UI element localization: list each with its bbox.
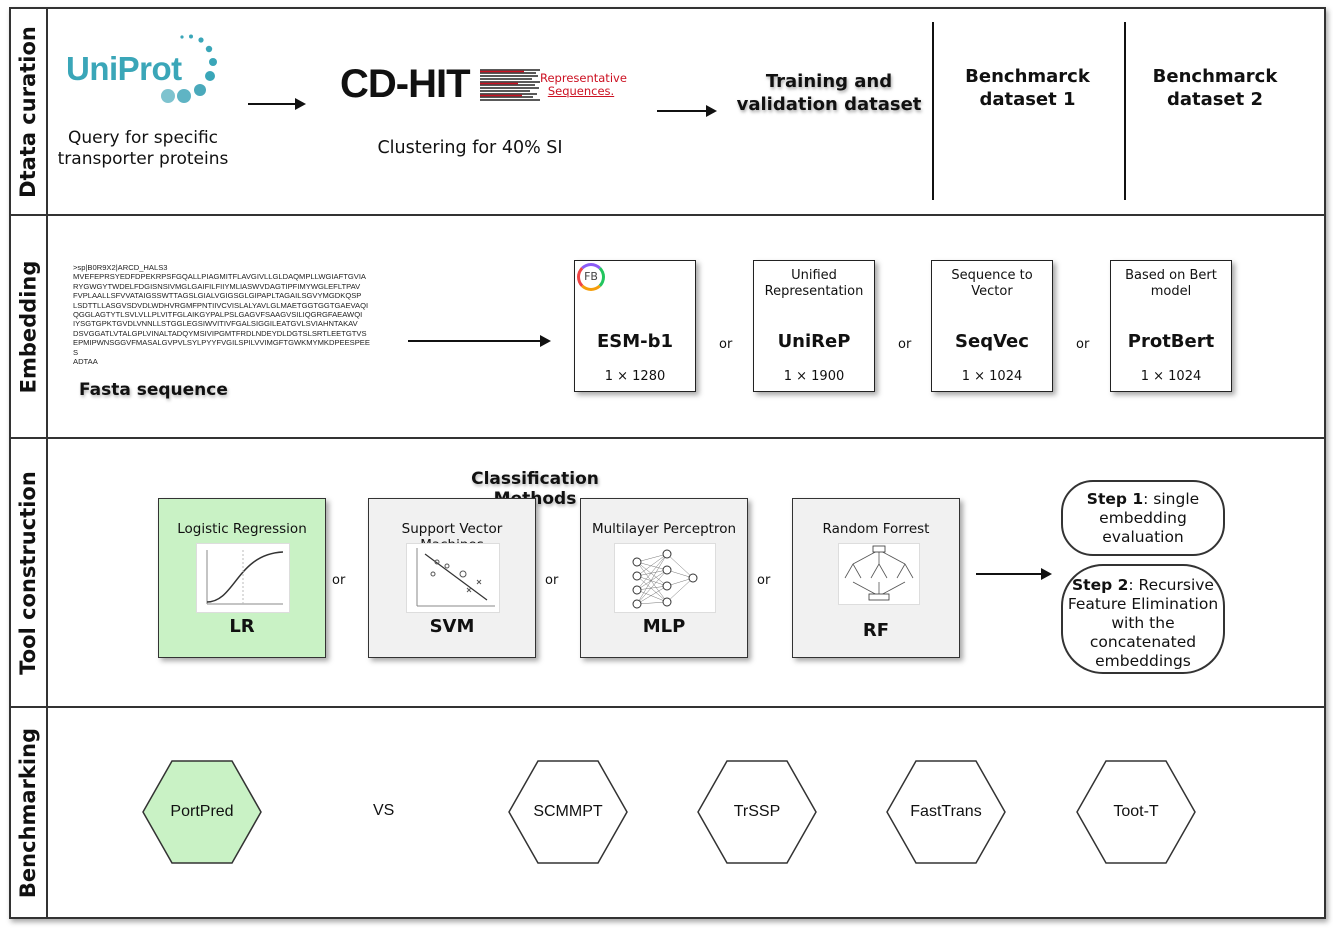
model-dim: 1 × 1900 [783, 369, 845, 384]
model-name: SeqVec [955, 331, 1029, 352]
versus-label: VS [373, 802, 395, 819]
svm-plot-icon [406, 543, 500, 613]
tool-name: FastTrans [910, 803, 982, 820]
method-abbr: SVM [429, 616, 475, 637]
or-label: or [332, 573, 346, 588]
method-abbr: LR [229, 616, 255, 637]
method-box-rf: Random Forrest RF [792, 498, 960, 658]
tool-name: PortPred [170, 803, 234, 820]
model-desc: Unified Representation [764, 268, 864, 299]
arrow-cdhit-to-training [657, 105, 717, 117]
model-dim: 1 × 1024 [1140, 369, 1202, 384]
arrow-methods-to-steps [976, 568, 1052, 580]
arrow-fasta-to-models [408, 335, 551, 347]
row-divider-3 [9, 706, 1326, 708]
model-desc: Sequence to Vector [951, 268, 1033, 299]
tool-hexagon-scmmpt: SCMMPT [508, 760, 628, 864]
model-name: ESM-b1 [596, 331, 674, 352]
method-box-lr: Logistic Regression LR [158, 498, 326, 658]
model-name: ProtBert [1127, 331, 1215, 352]
model-box-seqvec: Sequence to Vector SeqVec 1 × 1024 [931, 260, 1053, 392]
row-label-embedding: Embedding [16, 260, 40, 393]
cdhit-lines-icon [480, 69, 540, 101]
tool-hexagon-trssp: TrSSP [697, 760, 817, 864]
cdhit-caption: Clustering for 40% SI [377, 138, 563, 158]
tool-name: SCMMPT [533, 803, 603, 820]
method-name: Random Forrest [822, 521, 930, 537]
uniprot-caption: Query for specific transporter proteins [57, 128, 229, 169]
tool-hexagon-fasttrans: FastTrans [886, 760, 1006, 864]
training-dataset-label: Training and validation dataset [736, 71, 922, 115]
method-abbr: MLP [642, 616, 686, 637]
benchmark-dataset-1-label: Benchmarck dataset 1 [965, 66, 1090, 110]
tool-name: TrSSP [733, 803, 781, 820]
or-label: or [1076, 337, 1090, 352]
fb-logo-icon: FB [577, 263, 605, 291]
model-box-unirep: Unified Representation UniReP 1 × 1900 [753, 260, 875, 392]
model-box-esm: FB ESM-b1 1 × 1280 [574, 260, 696, 392]
row-divider-1 [9, 214, 1326, 216]
cdhit-tag: Representative Sequences. [540, 71, 627, 98]
or-label: or [757, 573, 771, 588]
neural-network-icon [614, 543, 716, 613]
tool-name: Toot-T [1113, 803, 1159, 820]
model-name: UniReP [777, 331, 851, 352]
row-divider-2 [9, 437, 1326, 439]
model-desc: Based on Bert model [1125, 268, 1217, 299]
cdhit-logo: CD-HIT [340, 62, 471, 106]
model-box-protbert: Based on Bert model ProtBert 1 × 1024 [1110, 260, 1232, 392]
label-column-divider [46, 7, 48, 919]
uniprot-dots-icon [161, 34, 217, 103]
benchmark-dataset-2-label: Benchmarck dataset 2 [1152, 66, 1278, 110]
tool-hexagon-toott: Toot-T [1076, 760, 1196, 864]
fasta-sequence-label: Fasta sequence [79, 380, 228, 400]
method-box-mlp: Multilayer Perceptron MLP [580, 498, 748, 658]
random-forest-icon [838, 543, 920, 605]
divider-bench2 [1124, 22, 1126, 200]
model-dim: 1 × 1280 [604, 369, 666, 384]
divider-bench1 [932, 22, 934, 200]
method-name: Logistic Regression [177, 521, 307, 537]
method-name: Multilayer Perceptron [591, 521, 737, 537]
row-label-tool: Tool construction [16, 470, 41, 675]
row-label-benchmarking: Benchmarking [16, 727, 40, 899]
method-abbr: RF [862, 620, 890, 641]
step2-pill: Step 2: Recursive Feature Elimination wi… [1061, 564, 1225, 674]
or-label: or [719, 337, 733, 352]
sigmoid-plot-icon [196, 543, 290, 613]
step1-pill: Step 1: single embedding evaluation [1061, 480, 1225, 556]
fasta-sequence-text: >sp|B0R9X2|ARCD_HALS3 MVEFEPRSYEDFDPEKRP… [73, 263, 370, 367]
or-label: or [545, 573, 559, 588]
or-label: or [898, 337, 912, 352]
arrow-uniprot-to-cdhit [248, 98, 306, 110]
method-box-svm: Support Vector Machines SVM [368, 498, 536, 658]
model-dim: 1 × 1024 [961, 369, 1023, 384]
tool-hexagon-portpred: PortPred [142, 760, 262, 864]
row-label-curation: Dtata curation [16, 25, 41, 198]
